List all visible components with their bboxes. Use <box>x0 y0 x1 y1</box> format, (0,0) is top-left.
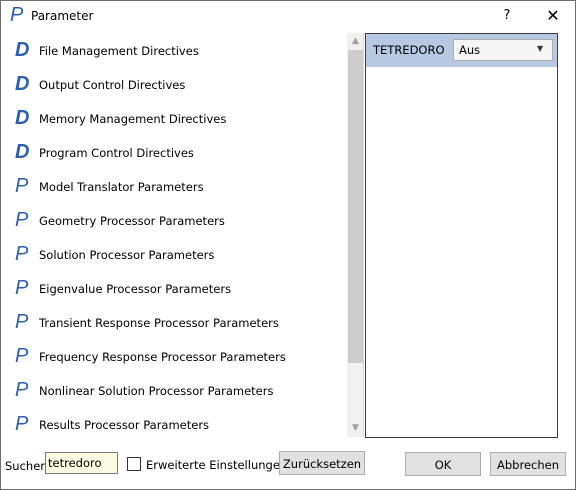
list-item-label: Memory Management Directives <box>39 112 227 126</box>
list-item-label: Solution Processor Parameters <box>39 248 215 262</box>
list-item-label: Model Translator Parameters <box>39 180 204 194</box>
directive-icon: D <box>15 73 30 95</box>
directive-icon: D <box>15 141 30 163</box>
category-list: D File Management Directives D Output Contr… <box>4 33 364 437</box>
parameter-icon: P <box>15 345 29 367</box>
dialog-footer: Suchen Erweiterte Einstellungen Zurückse… <box>1 447 575 487</box>
chevron-down-icon[interactable]: ▼ <box>537 44 543 53</box>
list-item[interactable]: P Model Translator Parameters <box>4 169 344 203</box>
directive-icon: D <box>15 107 30 129</box>
list-item-label: Results Processor Parameters <box>39 418 210 432</box>
parameter-dialog: P Parameter ? ✕ D File Management Directi… <box>0 0 576 490</box>
list-item[interactable]: P Solution Processor Parameters <box>4 237 344 271</box>
list-item-label: Transient Response Processor Parameters <box>39 316 279 330</box>
scroll-up-icon[interactable]: ▲ <box>347 33 363 50</box>
list-item-label: File Management Directives <box>39 44 199 58</box>
list-item[interactable]: D Memory Management Directives <box>4 101 344 135</box>
title-bar: P Parameter ? ✕ <box>1 1 575 32</box>
list-item[interactable]: P Transient Response Processor Parameters <box>4 305 344 339</box>
scroll-down-icon[interactable]: ▼ <box>347 420 363 437</box>
property-value-dropdown[interactable]: Aus ▼ <box>453 39 553 61</box>
ok-button[interactable]: OK <box>405 452 481 476</box>
list-item[interactable]: D Program Control Directives <box>4 135 344 169</box>
dropdown-selected-value: Aus <box>459 43 481 57</box>
list-item[interactable]: D Output Control Directives <box>4 67 344 101</box>
directive-icon: D <box>15 39 30 61</box>
list-item-label: Nonlinear Solution Processor Parameters <box>39 384 274 398</box>
advanced-settings-label[interactable]: Erweiterte Einstellungen <box>146 458 287 472</box>
list-item[interactable]: P Geometry Processor Parameters <box>4 203 344 237</box>
list-item[interactable]: P Nonlinear Solution Processor Parameters <box>4 373 344 407</box>
advanced-settings-checkbox[interactable] <box>127 457 141 471</box>
list-item-label: Program Control Directives <box>39 146 194 160</box>
window-title: Parameter <box>31 9 94 23</box>
search-label: Suchen <box>5 459 48 473</box>
search-input[interactable] <box>45 452 118 474</box>
list-item-label: Eigenvalue Processor Parameters <box>39 282 232 296</box>
parameter-icon: P <box>15 413 29 435</box>
reset-button[interactable]: Zurücksetzen <box>279 451 365 475</box>
scroll-thumb[interactable] <box>348 50 363 363</box>
list-scrollbar[interactable]: ▲ ▼ <box>347 33 363 437</box>
property-name: TETREDORO <box>373 43 445 57</box>
list-item-label: Output Control Directives <box>39 78 186 92</box>
parameter-icon: P <box>15 311 29 333</box>
cancel-button[interactable]: Abbrechen <box>490 452 566 476</box>
help-button[interactable]: ? <box>495 5 519 27</box>
close-button[interactable]: ✕ <box>541 5 565 27</box>
parameter-icon: P <box>15 243 29 265</box>
list-item[interactable]: P Results Processor Parameters <box>4 407 344 437</box>
parameter-icon: P <box>15 379 29 401</box>
parameter-icon: P <box>15 209 29 231</box>
parameter-app-icon: P <box>10 4 24 26</box>
list-item-label: Geometry Processor Parameters <box>39 214 225 228</box>
list-item[interactable]: D File Management Directives <box>4 33 344 67</box>
property-grid: TETREDORO Aus ▼ <box>365 33 558 438</box>
list-item[interactable]: P Eigenvalue Processor Parameters <box>4 271 344 305</box>
property-row-selected[interactable]: TETREDORO Aus ▼ <box>366 34 557 67</box>
list-item-label: Frequency Response Processor Parameters <box>39 350 286 364</box>
parameter-icon: P <box>15 277 29 299</box>
parameter-icon: P <box>15 175 29 197</box>
list-item[interactable]: P Frequency Response Processor Parameters <box>4 339 344 373</box>
